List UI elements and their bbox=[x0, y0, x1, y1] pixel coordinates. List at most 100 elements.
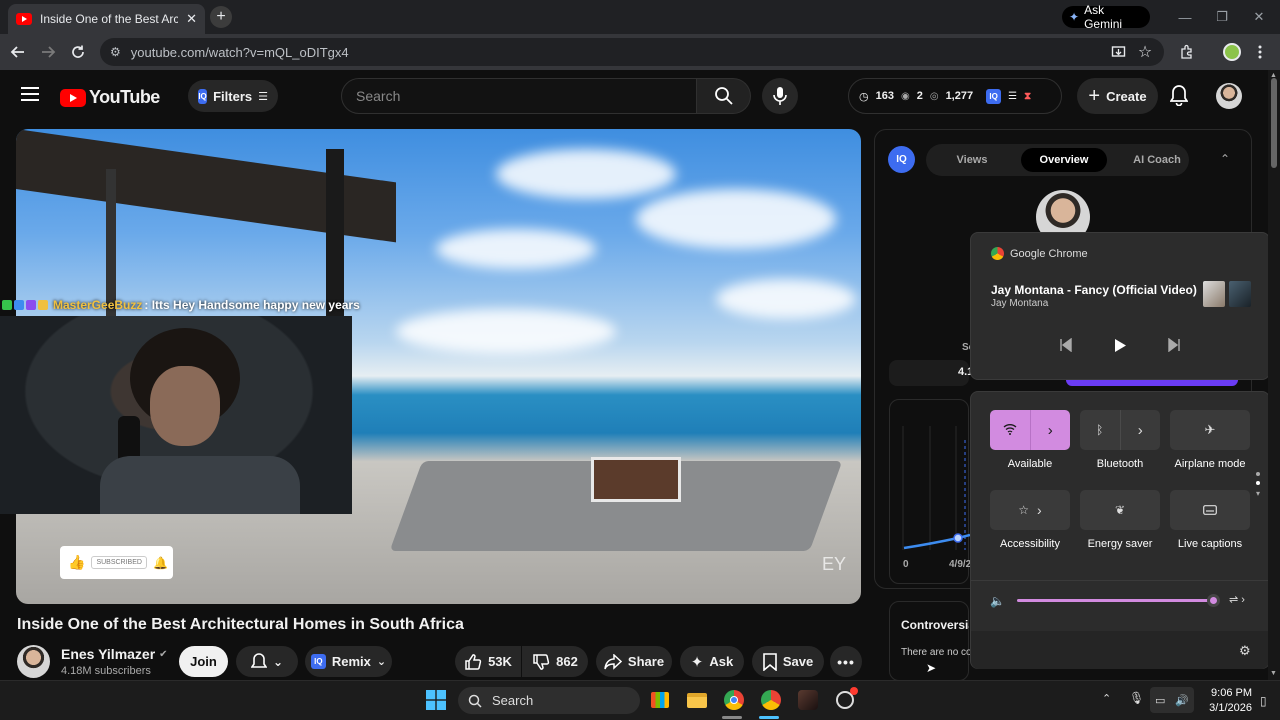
settings-gear-icon[interactable]: ⚙ bbox=[1239, 643, 1251, 659]
sky-cloud bbox=[496, 149, 676, 199]
more-actions-button[interactable]: ••• bbox=[830, 646, 862, 677]
remix-button[interactable]: IQ Remix ⌄ bbox=[305, 646, 392, 677]
youtube-logo[interactable]: YouTube bbox=[60, 87, 160, 108]
close-window-icon[interactable]: ✕ bbox=[1240, 0, 1278, 34]
controversy-title: Controversia bbox=[901, 618, 969, 632]
search-icon bbox=[468, 694, 482, 708]
network-icon: ▭ bbox=[1154, 694, 1166, 707]
bell-icon: 🔔 bbox=[152, 555, 168, 570]
media-thumbnail bbox=[1203, 281, 1225, 307]
dislike-button[interactable]: 862 bbox=[522, 646, 588, 677]
streamer-face bbox=[150, 366, 220, 446]
notification-icon[interactable]: ▯ bbox=[1260, 694, 1267, 708]
browser-tab-active[interactable]: Inside One of the Best Architectural Hom… bbox=[8, 4, 205, 34]
volume-slider-thumb[interactable] bbox=[1207, 594, 1220, 607]
network-volume-tray[interactable]: ▭ 🔊 bbox=[1150, 687, 1194, 713]
chevron-right-icon[interactable]: › bbox=[1121, 422, 1161, 439]
extensions-icon[interactable] bbox=[1177, 42, 1197, 62]
controversy-text: There are no co bbox=[901, 647, 970, 658]
hamburger-menu-icon[interactable] bbox=[21, 87, 39, 101]
chart-x-label-date: 4/9/2 bbox=[949, 559, 972, 570]
join-button[interactable]: Join bbox=[179, 646, 228, 677]
restore-icon[interactable]: ❐ bbox=[1203, 0, 1241, 34]
chrome-menu-icon[interactable] bbox=[1250, 42, 1270, 62]
channel-name[interactable]: Enes Yilmazer ✔ bbox=[61, 646, 168, 662]
sparkle-icon: ✦ bbox=[690, 653, 704, 671]
scroll-down-icon[interactable]: ▼ bbox=[1270, 670, 1277, 677]
create-button[interactable]: + Create bbox=[1077, 78, 1158, 114]
wifi-tile[interactable]: › bbox=[990, 410, 1070, 450]
install-app-icon[interactable] bbox=[1108, 42, 1128, 62]
scroll-up-icon[interactable]: ▲ bbox=[1270, 72, 1277, 79]
subscribed-bell-button[interactable]: ⌄ bbox=[236, 646, 298, 677]
show-hidden-icons-chevron[interactable]: ⌃ bbox=[1102, 692, 1111, 705]
play-icon[interactable] bbox=[1113, 338, 1127, 353]
tab-views[interactable]: Views bbox=[932, 148, 1012, 172]
voice-search-button[interactable] bbox=[762, 78, 798, 114]
forward-arrow-icon[interactable] bbox=[38, 42, 58, 62]
channel-avatar[interactable] bbox=[17, 645, 50, 678]
microphone-tray-icon[interactable]: 🎙 bbox=[1129, 691, 1144, 705]
youtube-play-logo-icon bbox=[60, 88, 86, 107]
file-explorer-icon[interactable] bbox=[685, 688, 709, 712]
taskbar-clock[interactable]: 9:06 PM 3/1/2026 bbox=[1196, 686, 1252, 716]
accessibility-tile[interactable]: ☆ › bbox=[990, 490, 1070, 530]
bluetooth-tile[interactable]: ᛒ › bbox=[1080, 410, 1160, 450]
chevron-right-icon[interactable]: › bbox=[1037, 502, 1042, 518]
media-artist: Jay Montana bbox=[991, 298, 1049, 309]
search-button[interactable] bbox=[697, 78, 751, 114]
chrome-taskbar-icon[interactable] bbox=[722, 688, 746, 712]
live-captions-label: Live captions bbox=[1177, 538, 1243, 550]
minimize-icon[interactable]: — bbox=[1166, 0, 1204, 34]
live-captions-tile[interactable] bbox=[1170, 490, 1250, 530]
microsoft-store-icon[interactable] bbox=[648, 688, 672, 712]
page-scrollbar-thumb[interactable] bbox=[1271, 78, 1277, 168]
chevron-right-icon[interactable]: › bbox=[1031, 422, 1071, 439]
youtube-favicon-icon bbox=[16, 13, 32, 25]
clock-date: 3/1/2026 bbox=[1209, 702, 1252, 714]
page-dots-indicator[interactable]: ▾ bbox=[1256, 472, 1261, 502]
mouse-cursor-icon: ➤ bbox=[926, 661, 937, 675]
app-taskbar-icon[interactable] bbox=[833, 687, 858, 712]
notifications-bell-icon[interactable] bbox=[1170, 84, 1188, 106]
address-bar[interactable]: ⚙ youtube.com/watch?v=mQL_oDITgx4 bbox=[100, 38, 1164, 66]
windows-start-icon[interactable] bbox=[424, 688, 448, 712]
ask-gemini-label: Ask Gemini bbox=[1084, 3, 1123, 31]
share-button[interactable]: Share bbox=[596, 646, 672, 677]
new-tab-button[interactable]: + bbox=[210, 6, 232, 28]
site-info-icon[interactable]: ⚙ bbox=[110, 45, 121, 59]
channel-name-text: Enes Yilmazer bbox=[61, 646, 156, 662]
profile-avatar-icon[interactable] bbox=[1222, 42, 1242, 62]
previous-track-icon[interactable] bbox=[1059, 338, 1073, 352]
collapse-chevron-icon[interactable]: ⌃ bbox=[1220, 152, 1230, 166]
tab-close-icon[interactable]: ✕ bbox=[186, 11, 197, 27]
obs-taskbar-icon[interactable] bbox=[796, 688, 820, 712]
like-button[interactable]: 53K bbox=[455, 646, 521, 677]
next-track-icon[interactable] bbox=[1167, 338, 1181, 352]
partial-stat-card bbox=[889, 360, 969, 386]
iq-filters-button[interactable]: IQ Filters ☰ bbox=[188, 80, 278, 112]
browser-toolbar: ⚙ youtube.com/watch?v=mQL_oDITgx4 ☆ bbox=[0, 34, 1280, 70]
tab-overview[interactable]: Overview bbox=[1021, 148, 1107, 172]
media-control-flyout: Google Chrome Jay Montana - Fancy (Offic… bbox=[970, 232, 1270, 380]
volume-slider-track[interactable] bbox=[1017, 599, 1213, 602]
chrome-profile-taskbar-icon[interactable] bbox=[759, 688, 783, 712]
verified-check-icon: ✔ bbox=[159, 648, 168, 660]
airplane-mode-tile[interactable]: ✈ bbox=[1170, 410, 1250, 450]
bookmark-star-icon[interactable]: ☆ bbox=[1135, 42, 1155, 62]
audio-output-icon[interactable]: ⇌ › bbox=[1229, 593, 1245, 606]
taskbar-search[interactable]: Search bbox=[458, 687, 640, 714]
reload-icon[interactable] bbox=[68, 42, 88, 62]
back-arrow-icon[interactable] bbox=[8, 42, 28, 62]
iq-stats-bar[interactable]: ◷ 163 ◉ 2 ◎ 1,277 IQ ☰ ⧗ bbox=[848, 78, 1062, 114]
ask-button[interactable]: ✦ Ask bbox=[680, 646, 744, 677]
speaker-icon[interactable]: 🔈 bbox=[990, 594, 1005, 608]
search-input[interactable]: Search bbox=[341, 78, 697, 114]
tab-ai-coach[interactable]: AI Coach bbox=[1116, 148, 1198, 172]
youtube-logo-text: YouTube bbox=[89, 87, 160, 107]
account-avatar[interactable] bbox=[1216, 83, 1242, 109]
share-arrow-icon bbox=[604, 653, 622, 670]
ask-gemini-button[interactable]: ✦ Ask Gemini bbox=[1062, 3, 1150, 31]
energy-saver-tile[interactable]: ❦ bbox=[1080, 490, 1160, 530]
save-button[interactable]: Save bbox=[752, 646, 824, 677]
